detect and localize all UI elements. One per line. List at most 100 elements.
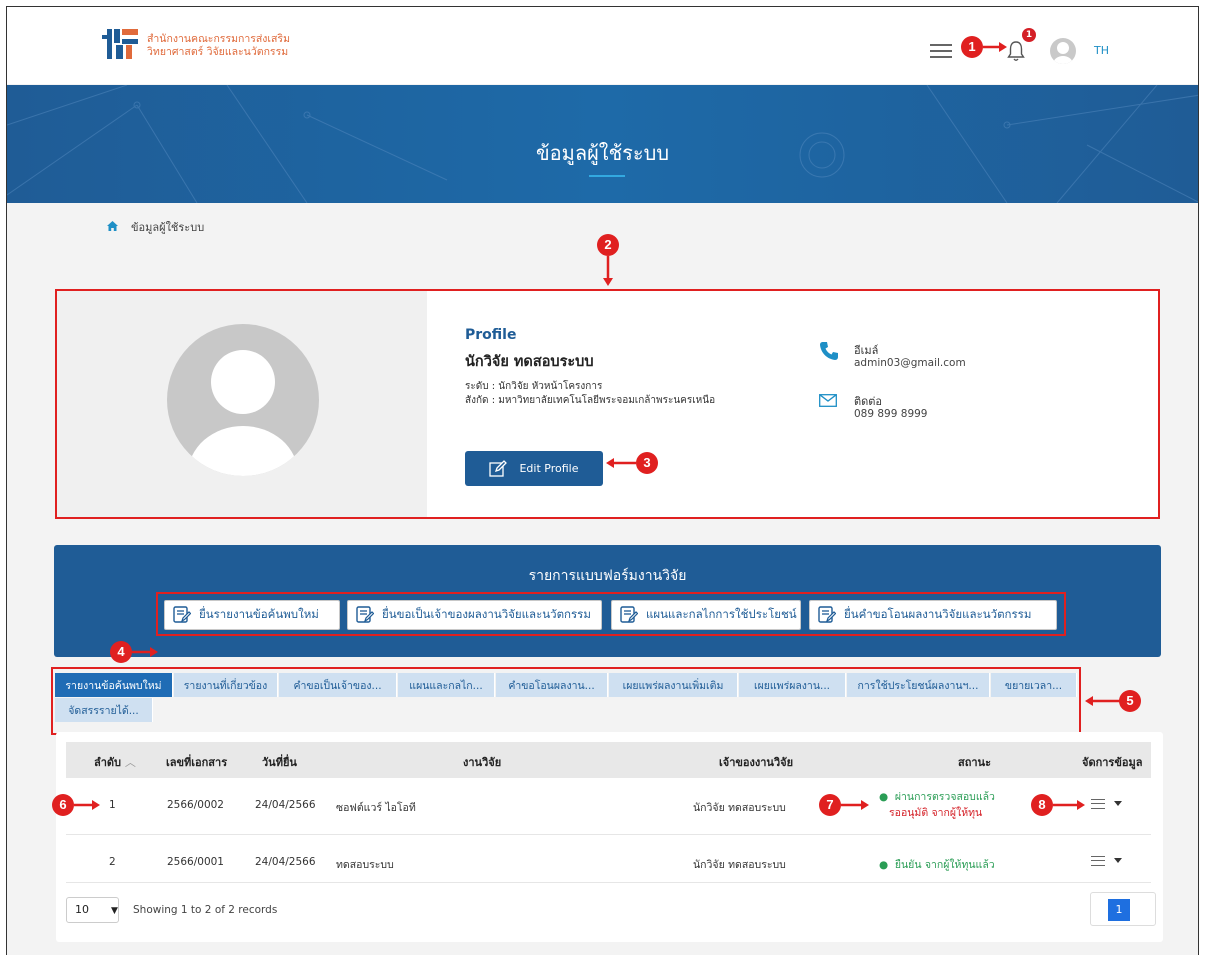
annotation-arrow-1	[983, 42, 1007, 52]
annotation-arrow-8	[1053, 800, 1085, 810]
row-menu-icon[interactable]	[1091, 856, 1105, 866]
cell-date: 24/04/2566	[255, 799, 316, 811]
tab-additional-publication[interactable]: เผยแพร่ผลงานเพิ่มเติม	[609, 673, 738, 697]
research-forms-panel: รายการแบบฟอร์มงานวิจัย ยื่นรายงานข้อค้นพ…	[54, 545, 1161, 657]
org-logo[interactable]	[102, 27, 142, 61]
row-divider	[66, 882, 1151, 883]
edit-icon	[489, 459, 508, 477]
column-header-owner[interactable]: เจ้าของงานวิจัย	[719, 753, 793, 771]
language-switch[interactable]: TH	[1094, 44, 1109, 57]
column-header-no[interactable]: ลำดับ ︿	[94, 753, 136, 771]
annotation-arrow-4	[132, 647, 158, 657]
column-header-doc[interactable]: เลขที่เอกสาร	[166, 753, 227, 771]
user-avatar-icon[interactable]	[1050, 38, 1076, 64]
ownership-request-button[interactable]: ยื่นขอเป็นเจ้าของผลงานวิจัยและนวัตกรรม	[347, 600, 602, 630]
cell-status-line1: ● ผ่านการตรวจสอบแล้ว	[879, 791, 995, 803]
annotation-arrow-7	[841, 800, 869, 810]
top-bar: สำนักงานคณะกรรมการส่งเสริม วิทยาศาสตร์ ว…	[7, 7, 1198, 84]
profile-name: นักวิจัย ทดสอบระบบ	[465, 354, 594, 370]
form-button-label: ยื่นคำขอโอนผลงานวิจัยและนวัตกรรม	[844, 607, 1032, 621]
utilization-plan-button[interactable]: แผนและกลไกการใช้ประโยชน์	[611, 600, 801, 630]
tab-plan[interactable]: แผนและกลไก...	[398, 673, 495, 697]
cell-owner: นักวิจัย ทดสอบระบบ	[693, 802, 786, 814]
bell-icon[interactable]	[1007, 40, 1025, 62]
transfer-request-button[interactable]: ยื่นคำขอโอนผลงานวิจัยและนวัตกรรม	[809, 600, 1057, 630]
status-dot-icon: ●	[879, 791, 895, 803]
tab-publication[interactable]: เผยแพร่ผลงาน...	[739, 673, 846, 697]
page-button-current[interactable]: 1	[1108, 899, 1130, 921]
phone-value: 089 899 8999	[854, 408, 928, 420]
research-forms-title: รายการแบบฟอร์มงานวิจัย	[528, 568, 687, 584]
cell-owner: นักวิจัย ทดสอบระบบ	[693, 859, 786, 871]
records-info: Showing 1 to 2 of 2 records	[133, 904, 278, 916]
title-underline	[589, 175, 625, 177]
form-button-label: แผนและกลไกการใช้ประโยชน์	[646, 607, 797, 621]
breadcrumb-current: ข้อมูลผู้ใช้ระบบ	[131, 221, 205, 234]
cell-doc: 2566/0002	[167, 799, 224, 811]
hamburger-menu-icon[interactable]	[930, 44, 952, 58]
row-divider	[66, 834, 1151, 835]
tab-new-findings[interactable]: รายงานข้อค้นพบใหม่	[55, 673, 173, 697]
column-header-research[interactable]: งานวิจัย	[463, 753, 501, 771]
annotation-badge-5: 5	[1119, 690, 1141, 712]
phone-icon	[820, 342, 838, 360]
row-menu-caret-icon[interactable]	[1114, 801, 1122, 806]
profile-section-label: Profile	[465, 327, 517, 343]
form-edit-icon	[620, 606, 638, 623]
tab-income-allocation[interactable]: จัดสรรรายได้...	[55, 698, 153, 722]
form-button-label: ยื่นขอเป็นเจ้าของผลงานวิจัยและนวัตกรรม	[382, 607, 591, 621]
email-value: admin03@gmail.com	[854, 357, 966, 369]
org-name: สำนักงานคณะกรรมการส่งเสริม วิทยาศาสตร์ ว…	[147, 33, 290, 59]
form-edit-icon	[356, 606, 374, 623]
cell-no: 1	[109, 799, 116, 811]
annotation-badge-7: 7	[819, 794, 841, 816]
column-header-status[interactable]: สถานะ	[958, 753, 991, 771]
profile-photo-panel	[57, 291, 427, 517]
annotation-badge-3: 3	[636, 452, 658, 474]
row-menu-caret-icon[interactable]	[1114, 858, 1122, 863]
row-menu-icon[interactable]	[1091, 799, 1105, 809]
table-header: ลำดับ ︿ เลขที่เอกสาร วันที่ยื่น งานวิจัย…	[66, 742, 1151, 778]
tab-utilization[interactable]: การใช้ประโยชน์ผลงานฯ...	[847, 673, 990, 697]
page-size-select[interactable]: 10 ▼	[66, 897, 119, 923]
cell-no: 2	[109, 856, 116, 868]
tab-extension[interactable]: ขยายเวลา...	[991, 673, 1077, 697]
cell-research: ซอฟต์แวร์ ไอโอที	[336, 802, 416, 814]
annotation-badge-1: 1	[961, 36, 983, 58]
annotation-arrow-3	[606, 458, 636, 468]
annotation-arrow-5	[1085, 696, 1121, 706]
app-frame: สำนักงานคณะกรรมการส่งเสริม วิทยาศาสตร์ ว…	[6, 6, 1199, 955]
cell-doc: 2566/0001	[167, 856, 224, 868]
profile-affiliation: สังกัด : มหาวิทยาลัยเทคโนโลยีพระจอมเกล้า…	[465, 395, 716, 406]
cell-status-line1: ● ยืนยัน จากผู้ให้ทุนแล้ว	[879, 859, 995, 871]
tab-transfer-request[interactable]: คำขอโอนผลงาน...	[496, 673, 608, 697]
annotation-badge-2: 2	[597, 234, 619, 256]
cell-status-line2: รออนุมัติ จากผู้ให้ทุน	[889, 807, 983, 819]
org-name-line1: สำนักงานคณะกรรมการส่งเสริม	[147, 33, 290, 45]
annotation-badge-6: 6	[52, 794, 74, 816]
new-finding-report-button[interactable]: ยื่นรายงานข้อค้นพบใหม่	[164, 600, 340, 630]
annotation-arrow-2	[603, 256, 613, 286]
tab-ownership-request[interactable]: คำขอเป็นเจ้าของ...	[279, 673, 397, 697]
sort-icon[interactable]: ︿	[125, 756, 136, 769]
column-header-actions: จัดการข้อมูล	[1082, 756, 1143, 769]
form-edit-icon	[818, 606, 836, 623]
annotation-arrow-6	[74, 800, 100, 810]
annotation-badge-4: 4	[110, 641, 132, 663]
chevron-down-icon: ▼	[111, 906, 118, 916]
profile-card: Profile นักวิจัย ทดสอบระบบ ระดับ : นักวิ…	[55, 289, 1160, 519]
mail-icon	[819, 394, 837, 407]
edit-profile-button[interactable]: Edit Profile	[465, 451, 603, 486]
status-dot-icon: ●	[879, 859, 895, 871]
org-name-line2: วิทยาศาสตร์ วิจัยและนวัตกรรม	[147, 46, 289, 58]
notification-count-badge: 1	[1022, 28, 1036, 42]
page-hero-banner: ข้อมูลผู้ใช้ระบบ	[7, 85, 1198, 203]
page-title: ข้อมูลผู้ใช้ระบบ	[535, 141, 670, 165]
form-button-label: ยื่นรายงานข้อค้นพบใหม่	[199, 607, 319, 621]
cell-date: 24/04/2566	[255, 856, 316, 868]
tab-related-reports[interactable]: รายงานที่เกี่ยวข้อง	[174, 673, 278, 697]
column-header-date[interactable]: วันที่ยื่น	[262, 753, 297, 771]
home-icon[interactable]	[107, 221, 118, 231]
page-size-value: 10	[75, 903, 89, 916]
form-edit-icon	[173, 606, 191, 623]
